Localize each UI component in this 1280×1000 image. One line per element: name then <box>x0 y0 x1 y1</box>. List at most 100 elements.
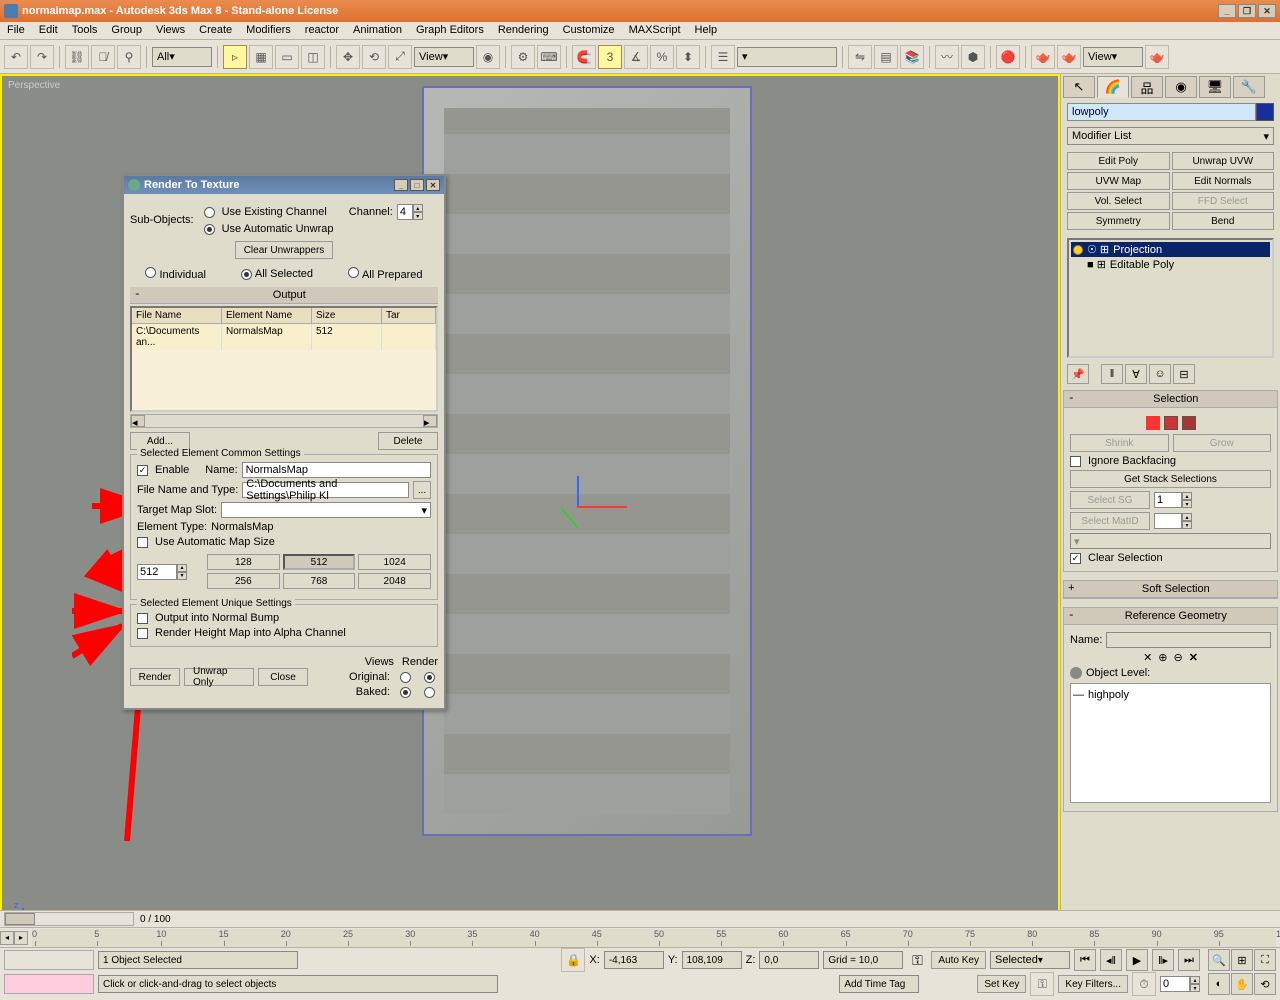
keyfilters-button[interactable]: Key Filters... <box>1058 975 1128 993</box>
enable-checkbox[interactable]: ✓ <box>137 465 148 476</box>
zoom-extents-icon[interactable]: ⛶ <box>1254 949 1276 971</box>
zoom-icon[interactable]: 🔍 <box>1208 949 1230 971</box>
col-size[interactable]: Size <box>312 308 382 323</box>
keymode-combo[interactable]: Selected ▾ <box>990 951 1070 969</box>
views-baked-radio[interactable] <box>400 687 411 698</box>
unlink-icon[interactable]: ⛓̸ <box>91 45 115 69</box>
menu-file[interactable]: File <box>0 22 32 39</box>
size-128-button[interactable]: 128 <box>207 554 280 570</box>
align-icon[interactable]: ▤ <box>874 45 898 69</box>
move-icon[interactable]: ✥ <box>336 45 360 69</box>
render-scene-icon[interactable]: 🫖 <box>1031 45 1055 69</box>
editpoly-button[interactable]: Edit Poly <box>1067 152 1170 170</box>
render-button[interactable]: Render <box>130 668 180 686</box>
bend-button[interactable]: Bend <box>1172 212 1275 230</box>
hide-ref-icon[interactable]: ✕ <box>1143 651 1152 664</box>
select-name-icon[interactable]: ▦ <box>249 45 273 69</box>
del-ref-icon[interactable]: ⊖ <box>1174 651 1183 664</box>
col-filename[interactable]: File Name <box>132 308 222 323</box>
use-existing-radio[interactable] <box>204 207 215 218</box>
shrink-button[interactable]: Shrink <box>1070 434 1169 452</box>
ffdselect-button[interactable]: FFD Select <box>1172 192 1275 210</box>
table-hscroll[interactable]: ◂▸ <box>130 414 438 428</box>
menu-graph-editors[interactable]: Graph Editors <box>409 22 491 39</box>
render-last-icon[interactable]: 🫖 <box>1145 45 1169 69</box>
autokey-button[interactable]: Auto Key <box>931 951 986 969</box>
pan-icon[interactable]: ✋ <box>1231 973 1253 995</box>
utilities-tab-icon[interactable]: 🔧 <box>1233 76 1265 98</box>
menu-group[interactable]: Group <box>104 22 149 39</box>
select-sg-spinner[interactable]: 1▴▾ <box>1154 492 1192 508</box>
size-512-button[interactable]: 512 <box>283 554 356 570</box>
ref-coord-combo[interactable]: View ▾ <box>414 47 474 67</box>
delete-ref-icon[interactable]: ✕ <box>1189 651 1198 664</box>
map-size-spinner[interactable]: 512▴▾ <box>137 564 187 580</box>
add-timetag-button[interactable]: Add Time Tag <box>839 975 919 993</box>
scale-icon[interactable]: ⤢ <box>388 45 412 69</box>
vertex-subobj-icon[interactable] <box>1146 416 1160 430</box>
hierarchy-tab-icon[interactable]: 品 <box>1131 76 1163 98</box>
lock-icon[interactable]: 🔒 <box>561 948 585 972</box>
angle-snap-icon[interactable]: ∡ <box>624 45 648 69</box>
fov-icon[interactable]: ◐ <box>1208 973 1230 995</box>
timeline[interactable]: ◂ ▸ 051015202530354045505560657075808590… <box>0 928 1280 948</box>
maxscript-output[interactable] <box>4 974 94 994</box>
bulb-icon[interactable] <box>1070 667 1082 679</box>
percent-snap-icon[interactable]: % <box>650 45 674 69</box>
make-unique-icon[interactable]: ∀ <box>1125 364 1147 384</box>
motion-tab-icon[interactable]: ◉ <box>1165 76 1197 98</box>
menu-reactor[interactable]: reactor <box>298 22 346 39</box>
modify-tab-icon[interactable]: 🌈 <box>1097 76 1129 98</box>
setkey-button[interactable]: Set Key <box>977 975 1026 993</box>
prev-frame-icon[interactable]: ◂‖ <box>1100 949 1122 971</box>
remove-modifier-icon[interactable]: ☺ <box>1149 364 1171 384</box>
menu-maxscript[interactable]: MAXScript <box>622 22 688 39</box>
stack-item-editable-poly[interactable]: ■ ⊞Editable Poly <box>1071 257 1270 272</box>
select-matid-spinner[interactable]: ▴▾ <box>1154 513 1192 529</box>
menu-help[interactable]: Help <box>688 22 725 39</box>
timeline-next-icon[interactable]: ▸ <box>14 931 28 945</box>
object-color-swatch[interactable] <box>1256 103 1274 121</box>
material-editor-icon[interactable]: 🔴 <box>996 45 1020 69</box>
render-baked-radio[interactable] <box>424 687 435 698</box>
timeline-prev-icon[interactable]: ◂ <box>0 931 14 945</box>
unwrap-only-button[interactable]: Unwrap Only <box>184 668 254 686</box>
named-sel-icon[interactable]: ☰ <box>711 45 735 69</box>
link-icon[interactable]: ⛓ <box>65 45 89 69</box>
ref-geometry-rollout-header[interactable]: -Reference Geometry <box>1064 608 1277 625</box>
all-prepared-radio[interactable] <box>348 267 359 278</box>
file-browse-button[interactable]: ... <box>413 481 431 499</box>
get-stack-selections-button[interactable]: Get Stack Selections <box>1070 470 1271 488</box>
render-preset-combo[interactable]: View ▾ <box>1083 47 1143 67</box>
menu-create[interactable]: Create <box>192 22 239 39</box>
soft-selection-rollout-header[interactable]: +Soft Selection <box>1064 581 1277 598</box>
object-name-input[interactable]: lowpoly <box>1067 103 1256 121</box>
current-frame-spinner[interactable]: 0▴▾ <box>1160 976 1200 992</box>
dialog-title-bar[interactable]: Render To Texture _ □ ✕ <box>124 176 444 194</box>
layer-icon[interactable]: 📚 <box>900 45 924 69</box>
z-coord-input[interactable]: 0,0 <box>759 951 819 969</box>
menu-edit[interactable]: Edit <box>32 22 65 39</box>
col-element[interactable]: Element Name <box>222 308 312 323</box>
stack-item-projection[interactable]: ☉ ⊞Projection <box>1071 242 1270 257</box>
clear-selection-checkbox[interactable]: ✓ <box>1070 553 1081 564</box>
dialog-minimize-button[interactable]: _ <box>394 179 408 191</box>
symmetry-button[interactable]: Symmetry <box>1067 212 1170 230</box>
schematic-icon[interactable]: ⬢ <box>961 45 985 69</box>
dialog-maximize-button[interactable]: □ <box>410 179 424 191</box>
create-tab-icon[interactable]: ↖ <box>1063 76 1095 98</box>
bulb-icon[interactable] <box>1073 245 1083 255</box>
close-dialog-button[interactable]: Close <box>258 668 308 686</box>
size-2048-button[interactable]: 2048 <box>358 573 431 589</box>
modifier-list-combo[interactable]: Modifier List▾ <box>1067 127 1274 145</box>
restore-button[interactable]: ❐ <box>1238 4 1256 18</box>
minimize-button[interactable]: _ <box>1218 4 1236 18</box>
x-coord-input[interactable]: -4,163 <box>604 951 664 969</box>
face-subobj-icon[interactable] <box>1164 416 1178 430</box>
pin-stack-icon[interactable]: 📌 <box>1067 364 1089 384</box>
element-name-input[interactable]: NormalsMap <box>242 462 431 478</box>
pivot-icon[interactable]: ◉ <box>476 45 500 69</box>
uvwmap-button[interactable]: UVW Map <box>1067 172 1170 190</box>
menu-animation[interactable]: Animation <box>346 22 409 39</box>
render-height-checkbox[interactable] <box>137 628 148 639</box>
